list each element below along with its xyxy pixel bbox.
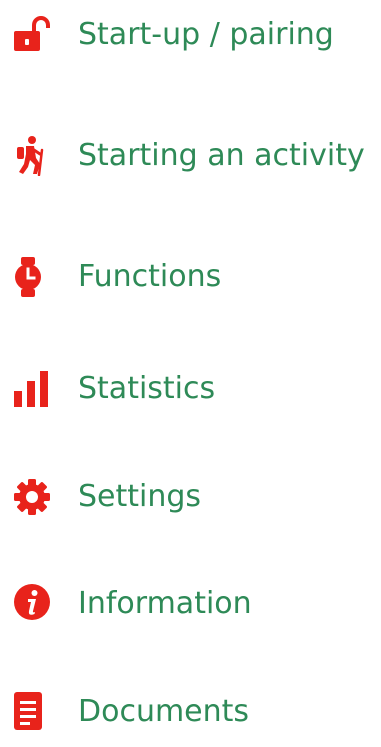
menu-item-label: Information [78,586,252,621]
bar-chart-icon [12,369,52,409]
menu-item-label: Documents [78,694,250,729]
menu-item-starting-an-activity[interactable]: Starting an activity [0,121,381,191]
menu-item-functions[interactable]: Functions [0,242,381,312]
menu-item-documents[interactable]: Documents [0,677,381,747]
menu-item-label: Functions [78,259,222,294]
watch-icon [12,257,52,297]
menu-item-statistics[interactable]: Statistics [0,354,381,424]
unlock-icon [12,15,52,55]
main-menu: Start-up / pairing Starting an activity … [0,0,381,731]
hiking-icon [12,136,52,176]
menu-item-label: Settings [78,479,202,514]
menu-item-information[interactable]: Information [0,569,381,639]
menu-item-label: Start-up / pairing [78,17,334,52]
menu-item-label: Statistics [78,371,216,406]
menu-item-start-up-pairing[interactable]: Start-up / pairing [0,0,381,70]
menu-item-settings[interactable]: Settings [0,462,381,532]
document-icon [12,692,52,732]
menu-item-label: Starting an activity [78,138,365,173]
gear-icon [12,477,52,517]
info-icon [12,584,52,624]
